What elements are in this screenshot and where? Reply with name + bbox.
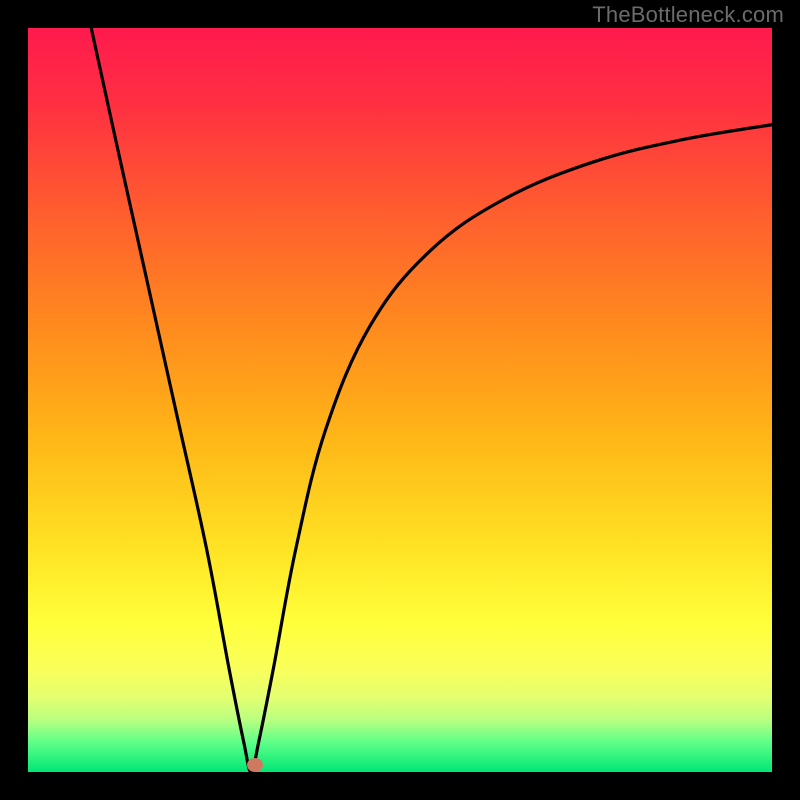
- optimal-point-marker: [247, 758, 263, 772]
- watermark-text: TheBottleneck.com: [592, 2, 784, 28]
- plot-area: [28, 28, 772, 772]
- chart-stage: TheBottleneck.com: [0, 0, 800, 800]
- bottleneck-curve: [28, 28, 772, 772]
